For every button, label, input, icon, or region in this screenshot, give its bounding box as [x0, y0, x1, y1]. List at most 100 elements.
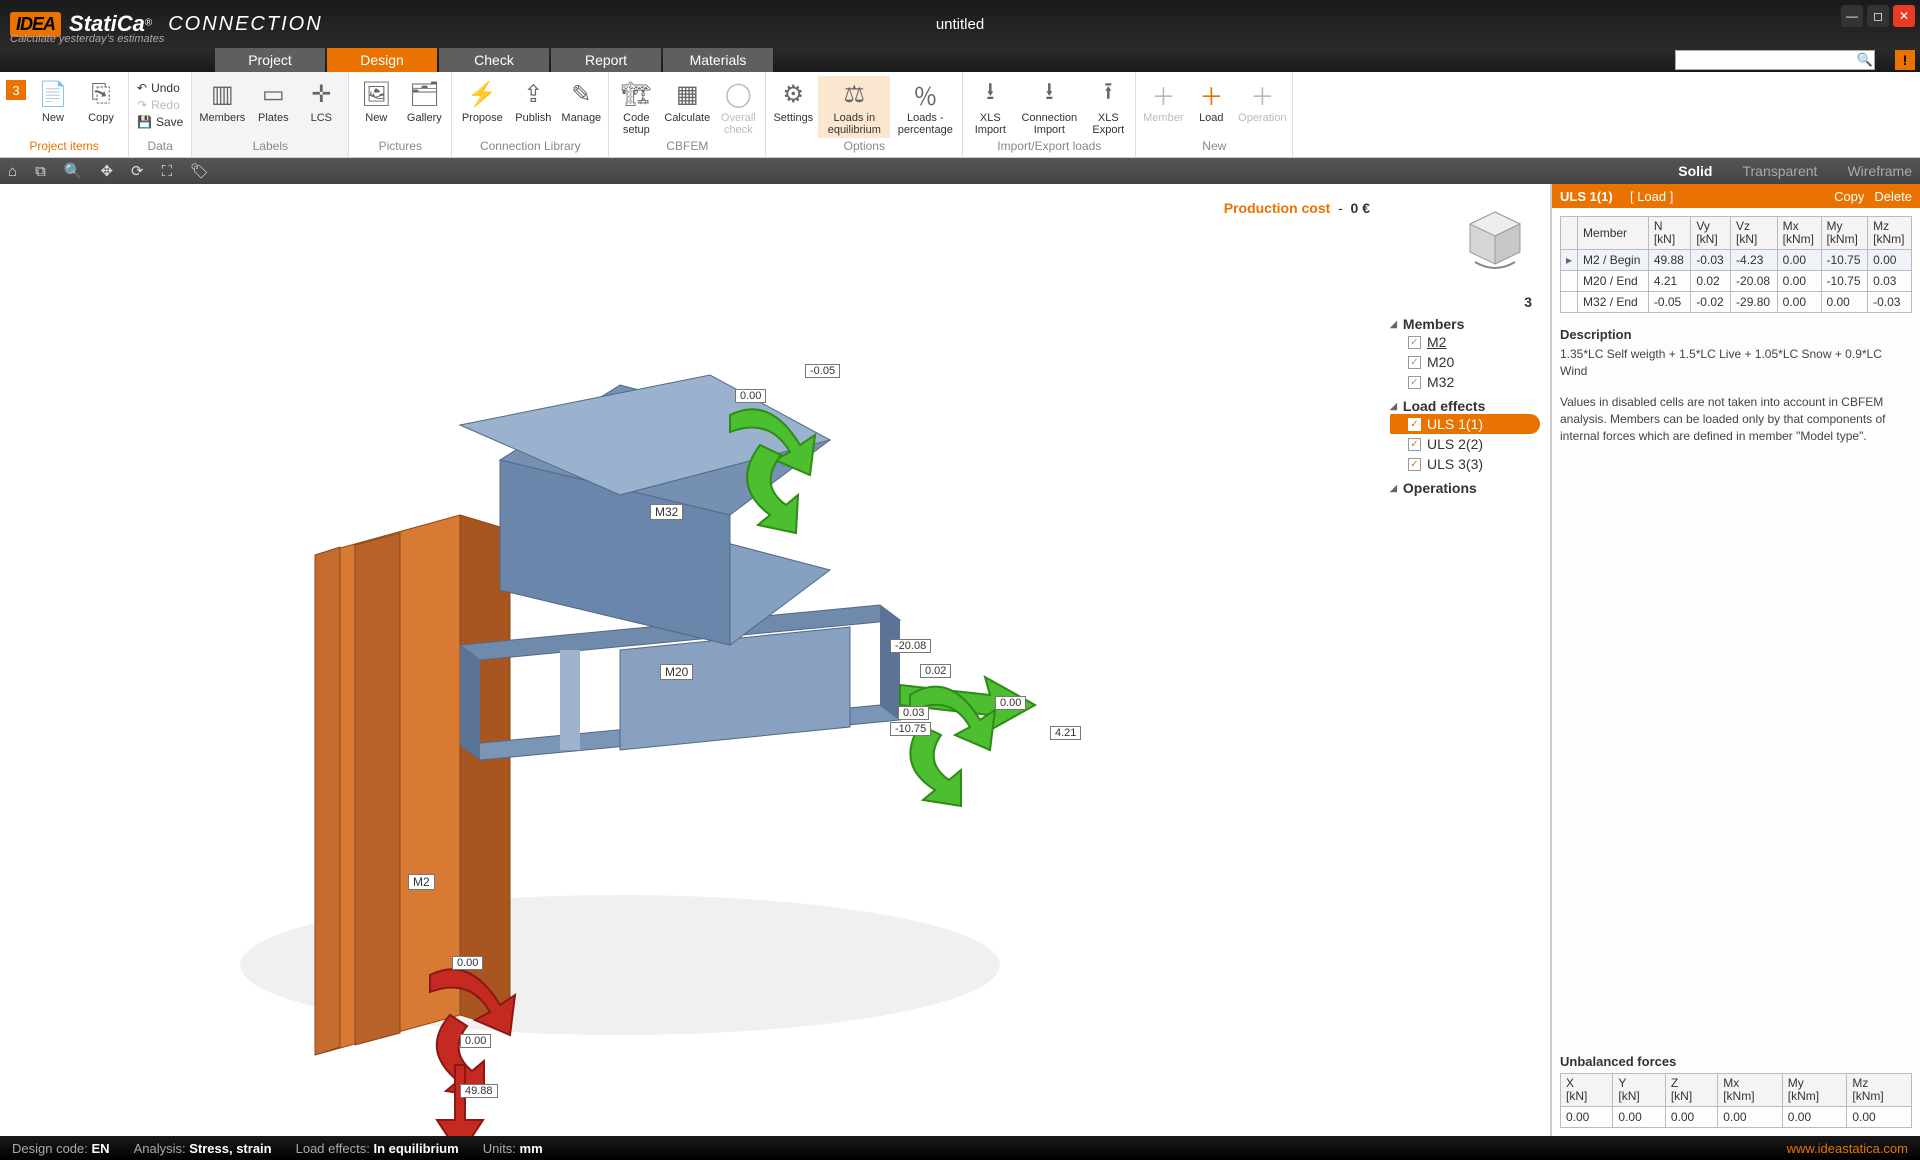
redo-button[interactable]: ↷Redo	[133, 97, 187, 113]
tree-count: 3	[1390, 294, 1540, 310]
settings-button[interactable]: ⚙Settings	[770, 76, 816, 126]
status-url[interactable]: www.ideastatica.com	[1787, 1141, 1908, 1156]
save-button[interactable]: 💾Save	[133, 114, 187, 130]
connection-import-button[interactable]: ⭳Connection Import	[1015, 76, 1083, 138]
publish-button[interactable]: ⇪Publish	[510, 76, 556, 126]
check-icon: ✓	[1408, 438, 1421, 451]
search-input[interactable]	[1676, 53, 1856, 67]
calculate-button[interactable]: ▦Calculate	[661, 76, 713, 126]
tree-load-effects[interactable]: Load effects	[1390, 398, 1540, 414]
help-button[interactable]: !	[1895, 50, 1915, 70]
tree-item-m2[interactable]: ✓M2	[1390, 332, 1540, 352]
maximize-button[interactable]: ◻	[1867, 5, 1889, 27]
copy-icon: ⎘	[85, 78, 117, 110]
table-row[interactable]: M20 / End4.210.02-20.080.00-10.750.03	[1561, 271, 1912, 292]
view-wireframe[interactable]: Wireframe	[1847, 163, 1912, 179]
tree-item-m32[interactable]: ✓M32	[1390, 372, 1540, 392]
tab-project[interactable]: Project	[215, 48, 325, 72]
panel-title: ULS 1(1)	[1560, 189, 1613, 204]
minimize-button[interactable]: —	[1841, 5, 1863, 27]
xls-import-button[interactable]: ⭳XLS Import	[967, 76, 1013, 138]
propose-button[interactable]: ⚡Propose	[456, 76, 508, 126]
fullscreen-icon[interactable]: ⛶	[162, 163, 173, 180]
new-load-button[interactable]: ＋Load	[1188, 76, 1234, 126]
status-units[interactable]: Units: mm	[483, 1141, 543, 1156]
zoom-window-icon[interactable]: ⧉	[35, 163, 46, 180]
home-icon[interactable]: ⌂	[8, 163, 17, 180]
val-000c: 0.00	[452, 956, 483, 970]
viewport-3d[interactable]: M32 M20 M2 -0.05 0.00 -20.08 0.02 0.03 -…	[0, 184, 1550, 1136]
project-item-count[interactable]: 3	[6, 80, 26, 100]
forces-table[interactable]: Member N [kN] Vy [kN] Vz [kN] Mx [kNm] M…	[1560, 216, 1912, 313]
members-button[interactable]: ▥Members	[196, 76, 248, 126]
rotate-icon[interactable]: ⟳	[131, 162, 144, 180]
tab-design[interactable]: Design	[327, 48, 437, 72]
status-design-code[interactable]: Design code: EN	[12, 1141, 110, 1156]
check-icon: ✓	[1408, 376, 1421, 389]
table-row[interactable]: M32 / End-0.05-0.02-29.800.000.00-0.03	[1561, 292, 1912, 313]
tree-item-uls1[interactable]: ✓ULS 1(1)	[1390, 414, 1540, 434]
table-row: 0.000.000.000.000.000.00	[1561, 1107, 1912, 1128]
search-icon[interactable]: 🔍	[1856, 52, 1874, 68]
panel-copy-button[interactable]: Copy	[1834, 189, 1864, 204]
manage-button[interactable]: ✎Manage	[558, 76, 604, 126]
pan-icon[interactable]: ✥	[100, 162, 113, 180]
save-icon: 💾	[137, 115, 152, 129]
loads-equilibrium-button[interactable]: ⚖Loads in equilibrium	[818, 76, 890, 138]
xls-export-icon: ⭱	[1092, 78, 1124, 110]
tree-operations[interactable]: Operations	[1390, 480, 1540, 496]
lcs-icon: ✛	[305, 78, 337, 110]
xls-import-icon: ⭳	[974, 78, 1006, 110]
note-text: Values in disabled cells are not taken i…	[1560, 394, 1912, 444]
gallery-icon: 🗂	[408, 78, 440, 110]
tab-check[interactable]: Check	[439, 48, 549, 72]
code-setup-button[interactable]: 🏗Code setup	[613, 76, 659, 138]
search-box[interactable]: 🔍	[1675, 50, 1875, 70]
tab-materials[interactable]: Materials	[663, 48, 773, 72]
ribbon: 3 📄New ⎘Copy Project items ↶Undo ↷Redo 💾…	[0, 72, 1920, 158]
undo-button[interactable]: ↶Undo	[133, 80, 187, 96]
loads-percentage-button[interactable]: ％Loads - percentage	[892, 76, 958, 138]
overall-check-button[interactable]: ◯Overall check	[715, 76, 761, 138]
xls-export-button[interactable]: ⭱XLS Export	[1085, 76, 1131, 138]
view-cube[interactable]	[1460, 204, 1530, 274]
val-m005: -0.05	[805, 364, 840, 378]
view-transparent[interactable]: Transparent	[1742, 163, 1817, 179]
model-tree: 3 Members ✓M2 ✓M20 ✓M32 Load effects ✓UL…	[1390, 294, 1540, 496]
properties-panel: ULS 1(1) [ Load ] Copy Delete Member N […	[1550, 184, 1920, 1136]
plates-button[interactable]: ▭Plates	[250, 76, 296, 126]
gear-icon: ⚙	[777, 78, 809, 110]
status-analysis[interactable]: Analysis: Stress, strain	[134, 1141, 272, 1156]
tag-icon[interactable]: 🏷	[190, 162, 209, 180]
lcs-button[interactable]: ✛LCS	[298, 76, 344, 126]
picture-new-button[interactable]: 🖼New	[353, 76, 399, 126]
status-bar: Design code: EN Analysis: Stress, strain…	[0, 1136, 1920, 1160]
new-member-button[interactable]: ＋Member	[1140, 76, 1186, 126]
val-000d: 0.00	[460, 1034, 491, 1048]
group-impexp: Import/Export loads	[967, 139, 1131, 157]
redo-icon: ↷	[137, 98, 147, 112]
check-icon: ✓	[1408, 336, 1421, 349]
tab-report[interactable]: Report	[551, 48, 661, 72]
view-solid[interactable]: Solid	[1678, 163, 1712, 179]
check-icon: ✓	[1408, 418, 1421, 431]
gallery-button[interactable]: 🗂Gallery	[401, 76, 447, 126]
copy-item-button[interactable]: ⎘Copy	[78, 76, 124, 126]
status-load-effects[interactable]: Load effects: In equilibrium	[296, 1141, 459, 1156]
val-003: 0.03	[898, 706, 929, 720]
tree-item-uls3[interactable]: ✓ULS 3(3)	[1390, 454, 1540, 474]
members-icon: ▥	[206, 78, 238, 110]
new-item-button[interactable]: 📄New	[30, 76, 76, 126]
zoom-icon[interactable]: 🔍	[64, 162, 83, 180]
code-setup-icon: 🏗	[620, 78, 652, 110]
tree-item-uls2[interactable]: ✓ULS 2(2)	[1390, 434, 1540, 454]
close-button[interactable]: ✕	[1893, 5, 1915, 27]
table-row[interactable]: ▸ M2 / Begin49.88-0.03-4.230.00-10.750.0…	[1561, 250, 1912, 271]
group-options: Options	[770, 139, 958, 157]
panel-delete-button[interactable]: Delete	[1874, 189, 1912, 204]
tree-members[interactable]: Members	[1390, 316, 1540, 332]
unbalanced-title: Unbalanced forces	[1560, 1054, 1912, 1069]
tree-item-m20[interactable]: ✓M20	[1390, 352, 1540, 372]
new-operation-button[interactable]: ＋Operation	[1236, 76, 1288, 126]
main-area: M32 M20 M2 -0.05 0.00 -20.08 0.02 0.03 -…	[0, 184, 1920, 1136]
